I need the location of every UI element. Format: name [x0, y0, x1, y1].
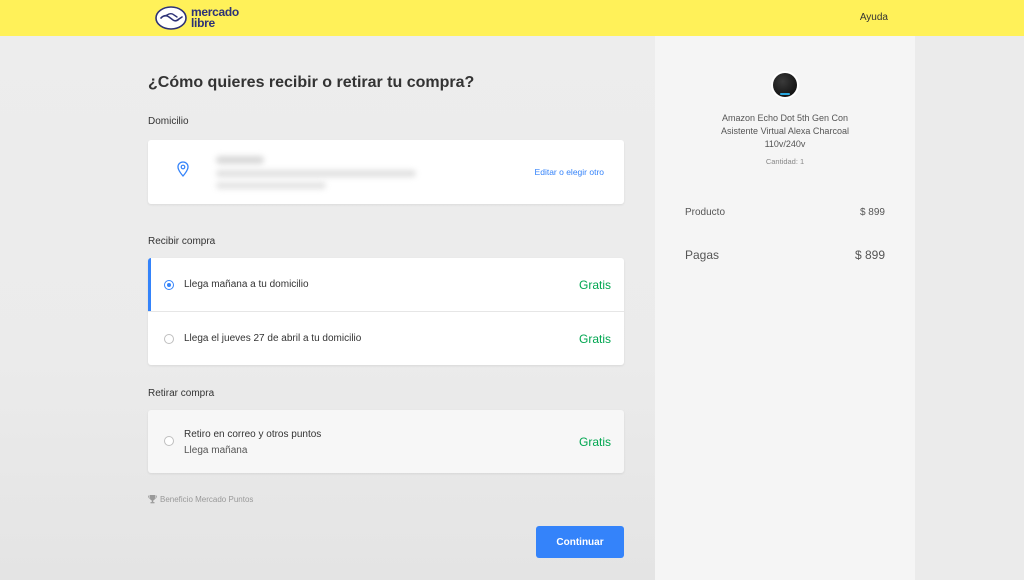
pickup-section-label: Retirar compra [148, 388, 215, 399]
option-price: Gratis [578, 331, 611, 346]
address-card: Editar o elegir otro [148, 140, 624, 204]
summary-total-row: Pagas $ 899 [685, 248, 885, 262]
location-pin-icon [170, 156, 196, 182]
receive-options-card: Llega mañana a tu domicilio Gratis Llega… [148, 258, 624, 365]
summary-product-row: Producto $ 899 [685, 207, 885, 218]
logo-line2: libre [191, 16, 215, 30]
handshake-logo-icon [155, 6, 187, 30]
option-price: Gratis [578, 277, 611, 292]
trophy-icon [148, 495, 157, 504]
product-name: Amazon Echo Dot 5th Gen Con Asistente Vi… [721, 113, 849, 149]
page-title: ¿Cómo quieres recibir o retirar tu compr… [148, 74, 475, 91]
continue-button[interactable]: Continuar [536, 526, 624, 558]
logo-wordmark: mercado libre [191, 6, 239, 30]
top-header: mercado libre Ayuda [0, 0, 1024, 36]
summary-total-label: Pagas [685, 248, 720, 262]
blurred-address-name [216, 156, 264, 164]
product-thumbnail [773, 73, 797, 97]
address-section-label: Domicilio [148, 116, 189, 127]
pickup-option-sublabel: Llega mañana [184, 445, 248, 456]
benefit-note: Beneficio Mercado Puntos [148, 494, 253, 504]
radio-unselected[interactable] [164, 333, 174, 344]
page-background [915, 36, 1024, 580]
blurred-address-detail [216, 182, 326, 189]
blurred-address-line [216, 170, 416, 177]
help-link[interactable]: Ayuda [860, 12, 888, 23]
receive-option-thursday[interactable]: Llega el jueves 27 de abril a tu domicil… [148, 312, 624, 365]
mercadolibre-logo[interactable]: mercado libre [155, 4, 239, 32]
summary-product-label: Producto [685, 207, 726, 218]
product-quantity: Cantidad: 1 [765, 157, 805, 166]
pickup-option-price: Gratis [578, 435, 611, 449]
pickup-option-card[interactable]: Retiro en correo y otros puntos Llega ma… [148, 410, 624, 473]
radio-unselected[interactable] [164, 436, 174, 446]
receive-section-label: Recibir compra [148, 236, 216, 247]
summary-product-price: $ 899 [859, 207, 885, 218]
receive-option-tomorrow[interactable]: Llega mañana a tu domicilio Gratis [148, 258, 624, 311]
edit-address-link[interactable]: Editar o elegir otro [535, 167, 604, 177]
option-label: Llega mañana a tu domicilio [184, 279, 309, 290]
summary-total-price: $ 899 [854, 248, 885, 262]
pickup-option-label: Retiro en correo y otros puntos [184, 429, 322, 440]
benefit-text: Beneficio Mercado Puntos [160, 494, 254, 504]
option-label: Llega el jueves 27 de abril a tu domicil… [184, 333, 362, 344]
radio-selected[interactable] [164, 279, 174, 290]
